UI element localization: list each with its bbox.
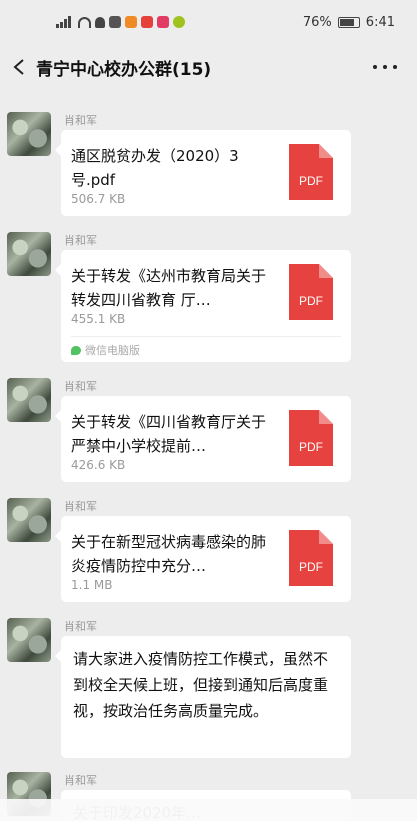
more-options-button[interactable] — [373, 57, 397, 77]
app-icon — [173, 16, 185, 28]
pdf-file-icon: PDF — [289, 144, 333, 200]
file-name: 关于转发《达州市教育局关于转发四川省教育 厅… — [71, 267, 267, 309]
pdf-file-icon: PDF — [289, 530, 333, 586]
app-icon — [141, 16, 153, 28]
battery-percent: 76% — [302, 14, 332, 30]
wechat-icon — [71, 345, 81, 355]
wifi-icon — [78, 16, 91, 28]
file-message-bubble[interactable]: 关于在新型冠状病毒感染的肺炎疫情防控中充分… 1.1 MB PDF — [55, 516, 351, 602]
battery-icon — [337, 16, 360, 28]
file-size: 1.1 MB — [71, 578, 113, 592]
avatar[interactable] — [7, 498, 51, 542]
sender-name: 肖和军 — [64, 114, 97, 127]
message-item: 肖和军 关于在新型冠状病毒感染的肺炎疫情防控中充分… 1.1 MB PDF — [0, 498, 417, 608]
sender-name: 肖和军 — [64, 500, 97, 513]
file-message-bubble[interactable]: 通区脱贫办发（2020）3号.pdf 506.7 KB PDF — [55, 130, 351, 216]
app-icon — [157, 16, 169, 28]
avatar[interactable] — [7, 112, 51, 156]
file-name: 关于转发《四川省教育厅关于严禁中小学校提前… — [71, 413, 267, 455]
text-message-bubble[interactable]: 请大家进入疫情防控工作模式，虽然不到校全天候上班，但接到通知后高度重视，按政治任… — [55, 636, 351, 758]
status-icons — [56, 16, 185, 28]
sender-name: 肖和军 — [64, 380, 97, 393]
file-size: 506.7 KB — [71, 192, 126, 206]
file-source: 微信电脑版 — [71, 342, 140, 358]
status-bar: 76% 6:41 — [0, 0, 417, 44]
back-button[interactable] — [2, 44, 36, 90]
signal-icon — [56, 16, 74, 28]
avatar[interactable] — [7, 618, 51, 662]
chevron-left-icon — [13, 59, 24, 75]
message-item: 肖和军 通区脱贫办发（2020）3号.pdf 506.7 KB PDF — [0, 112, 417, 220]
message-item: 肖和军 请大家进入疫情防控工作模式，虽然不到校全天候上班，但接到通知后高度重视，… — [0, 618, 417, 764]
pdf-file-icon: PDF — [289, 264, 333, 320]
status-right: 76% 6:41 — [303, 15, 395, 30]
app-icon — [109, 16, 121, 28]
avatar[interactable] — [7, 232, 51, 276]
file-name: 关于在新型冠状病毒感染的肺炎疫情防控中充分… — [71, 533, 267, 575]
pdf-label: PDF — [299, 174, 323, 188]
sender-name: 肖和军 — [64, 774, 97, 787]
file-message-bubble[interactable]: 关于转发《达州市教育局关于转发四川省教育 厅… 455.1 KB PDF 微信电… — [55, 250, 351, 362]
file-size: 426.6 KB — [71, 458, 126, 472]
chat-header: 青宁中心校办公群(15) — [0, 44, 417, 90]
notification-icon — [95, 16, 105, 28]
message-item: 肖和军 关于转发《四川省教育厅关于严禁中小学校提前… 426.6 KB PDF — [0, 378, 417, 488]
avatar[interactable] — [7, 378, 51, 422]
bottom-fade — [0, 799, 417, 821]
pdf-label: PDF — [299, 560, 323, 574]
app-icon — [125, 16, 137, 28]
source-label: 微信电脑版 — [85, 344, 140, 357]
pdf-label: PDF — [299, 440, 323, 454]
clock: 6:41 — [365, 14, 395, 30]
file-message-bubble[interactable]: 关于转发《四川省教育厅关于严禁中小学校提前… 426.6 KB PDF — [55, 396, 351, 482]
sender-name: 肖和军 — [64, 234, 97, 247]
file-name: 通区脱贫办发（2020）3号.pdf — [71, 147, 239, 189]
file-size: 455.1 KB — [71, 312, 126, 326]
pdf-label: PDF — [299, 294, 323, 308]
chat-title: 青宁中心校办公群(15) — [36, 59, 212, 80]
pdf-file-icon: PDF — [289, 410, 333, 466]
sender-name: 肖和军 — [64, 620, 97, 633]
divider — [71, 336, 341, 337]
message-item: 肖和军 关于转发《达州市教育局关于转发四川省教育 厅… 455.1 KB PDF… — [0, 232, 417, 368]
